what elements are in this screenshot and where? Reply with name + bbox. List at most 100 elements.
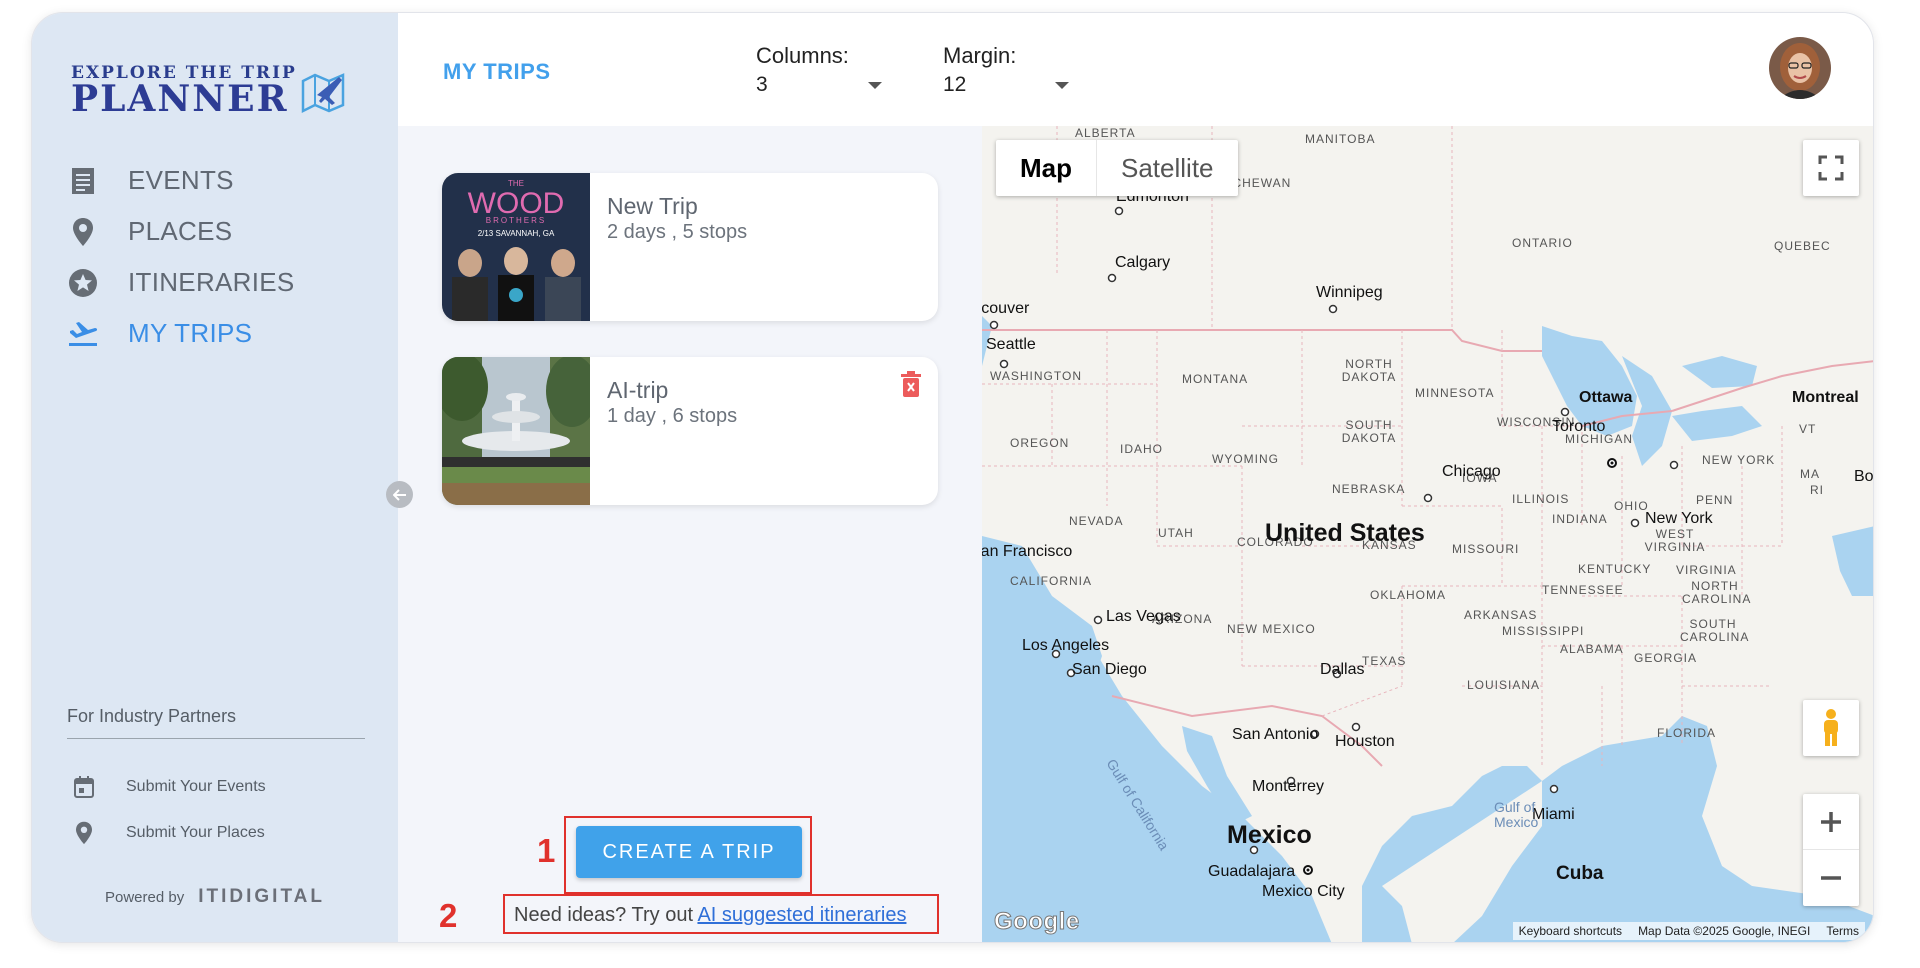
map-label-florida: FLORIDA [1657, 726, 1717, 740]
map-footer: Keyboard shortcuts Map Data ©2025 Google… [1512, 922, 1865, 940]
chevron-down-icon [868, 81, 882, 89]
map-label-texas: TEXAS [1362, 654, 1407, 668]
map-label-missouri: MISSOURI [1452, 542, 1520, 556]
trip-meta: 1 day , 6 stops [607, 405, 738, 427]
star-icon [68, 268, 98, 298]
margin-select[interactable]: Margin: 12 [943, 43, 1069, 97]
map-city-seattle: Seattle [986, 336, 1036, 353]
google-logo[interactable]: Google [994, 908, 1080, 936]
airplane-icon [68, 319, 98, 349]
map-water-mexico: Mexico [1494, 814, 1539, 830]
zoom-in-button[interactable] [1803, 794, 1859, 850]
zoom-out-button[interactable] [1803, 850, 1859, 906]
map-label-south-carolina: SOUTH CAROLINA [1680, 617, 1750, 644]
map-type-satellite-button[interactable]: Satellite [1096, 140, 1238, 196]
map-label-ma: MA [1800, 467, 1820, 481]
map-airplane-icon [301, 73, 345, 114]
map-label-california: CALIFORNIA [1010, 574, 1093, 588]
document-icon [68, 166, 98, 196]
map-label-ohio: OHIO [1614, 499, 1649, 513]
map-data-attribution: Map Data ©2025 Google, INEGI [1638, 924, 1811, 938]
map-label-nebraska: NEBRASKA [1332, 482, 1406, 496]
itidigital-logo[interactable]: ITIDIGITAL [198, 886, 325, 908]
powered-by-label: Powered by [105, 888, 185, 906]
zoom-control [1803, 794, 1859, 906]
map-city-las-vegas: Las Vegas [1106, 608, 1181, 625]
map-label-oregon: OREGON [1010, 436, 1070, 450]
map-city-montreal: Montreal [1792, 389, 1859, 406]
map-type-map-button[interactable]: Map [996, 140, 1096, 196]
map-type-toggle: Map Satellite [996, 140, 1238, 196]
map-city-vancouver: Vancouver [982, 300, 1030, 317]
terms-link[interactable]: Terms [1826, 924, 1859, 938]
map-label-vt: VT [1799, 422, 1817, 436]
sidebar: EXPLORE THE TRIP PLANNER EVENTS PLACES I… [32, 13, 398, 942]
ideas-prefix: Need ideas? Try out [514, 904, 698, 926]
map-city-calgary: Calgary [1115, 254, 1171, 271]
annotation-number-2: 2 [439, 897, 458, 934]
map-label-oklahoma: OKLAHOMA [1370, 588, 1447, 602]
map-label-south-dakota: SOUTH DAKOTA [1341, 418, 1397, 445]
map-canvas [982, 126, 1873, 942]
margin-label: Margin: [943, 43, 1017, 68]
map-city-chicago: Chicago [1442, 463, 1501, 480]
map-label-utah: UTAH [1158, 526, 1194, 540]
columns-value: 3 [756, 73, 768, 96]
map-city-new-york: New York [1645, 510, 1713, 527]
map-water-gulf-of: Gulf of [1494, 799, 1536, 815]
map-city-monterrey: Monterrey [1252, 778, 1325, 795]
thumb-text-date: 2/13 SAVANNAH, GA [478, 229, 555, 238]
map-city-dallas: Dallas [1320, 661, 1365, 678]
trips-panel: THE WOOD BROTHERS 2/13 SAVANNAH, GA New … [398, 126, 978, 942]
nav-item-places[interactable]: PLACES [68, 206, 295, 257]
submit-places-label: Submit Your Places [126, 824, 265, 841]
map-label-penn: PENN [1696, 493, 1734, 507]
arrow-left-icon [392, 488, 406, 501]
map-city-mexico-city: Mexico City [1262, 883, 1345, 900]
collapse-sidebar-button[interactable] [386, 481, 413, 508]
map-city-toronto: Toronto [1552, 418, 1606, 435]
trip-card-new-trip[interactable]: THE WOOD BROTHERS 2/13 SAVANNAH, GA New … [442, 173, 938, 321]
map-label-north-carolina: NORTH CAROLINA [1682, 579, 1752, 606]
map-label-idaho: IDAHO [1120, 442, 1164, 456]
map-label-indiana: INDIANA [1552, 512, 1608, 526]
map-label-new-york: NEW YORK [1702, 453, 1776, 467]
columns-select[interactable]: Columns: 3 [756, 43, 882, 97]
nav-item-my-trips[interactable]: MY TRIPS [68, 308, 295, 359]
submit-places-link[interactable]: Submit Your Places [72, 821, 265, 845]
submit-events-label: Submit Your Events [126, 778, 266, 795]
margin-dropdown[interactable]: 12 [943, 73, 1069, 97]
keyboard-shortcuts-link[interactable]: Keyboard shortcuts [1519, 924, 1622, 938]
create-trip-button[interactable]: CREATE A TRIP [576, 826, 802, 878]
trip-card-ai-trip[interactable]: AI-trip 1 day , 6 stops [442, 357, 938, 505]
map-city-los-angeles: Los Angeles [1022, 637, 1110, 654]
ai-itineraries-link[interactable]: AI suggested itineraries [697, 904, 906, 926]
columns-dropdown[interactable]: 3 [756, 73, 882, 97]
margin-value: 12 [943, 73, 967, 96]
map-city-houston: Houston [1335, 733, 1395, 750]
map-label-tennessee: TENNESSEE [1542, 583, 1624, 597]
fullscreen-button[interactable] [1803, 140, 1859, 196]
user-avatar[interactable] [1769, 37, 1831, 99]
main-nav: EVENTS PLACES ITINERARIES MY TRIPS [68, 155, 295, 359]
nav-label-events: EVENTS [128, 165, 234, 195]
map-label-ri: RI [1810, 483, 1824, 497]
nav-item-events[interactable]: EVENTS [68, 155, 295, 206]
map-label-mississippi: MISSISSIPPI [1502, 624, 1585, 638]
map-city-winnipeg: Winnipeg [1316, 284, 1383, 301]
partners-title: For Industry Partners [67, 706, 237, 726]
thumb-text-brothers: BROTHERS [486, 216, 546, 225]
map-label-west-virginia: WEST VIRGINIA [1644, 527, 1706, 554]
map-view[interactable]: ALBERTA MANITOBA SASKATCHEWAN ONTARIO QU… [982, 126, 1873, 942]
submit-events-link[interactable]: Submit Your Events [72, 775, 266, 799]
map-label-montana: MONTANA [1182, 372, 1249, 386]
app-logo[interactable]: EXPLORE THE TRIP PLANNER [71, 63, 361, 123]
map-label-virginia: VIRGINIA [1676, 563, 1737, 577]
delete-trip-button[interactable] [900, 371, 922, 397]
minus-icon [1821, 876, 1841, 880]
trip-name: AI-trip [607, 377, 669, 403]
nav-label-places: PLACES [128, 216, 233, 246]
street-view-pegman-button[interactable] [1803, 700, 1859, 756]
nav-item-itineraries[interactable]: ITINERARIES [68, 257, 295, 308]
top-bar: MY TRIPS Columns: 3 Margin: 12 [398, 13, 1873, 126]
